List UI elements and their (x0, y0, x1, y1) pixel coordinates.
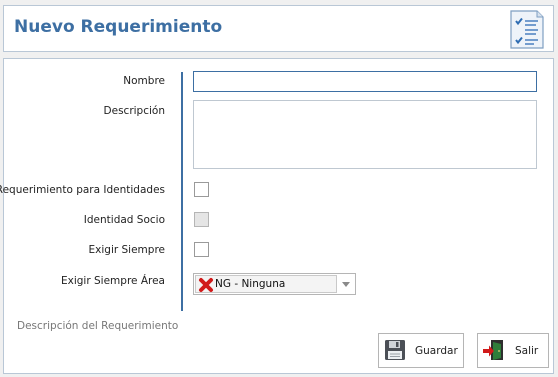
exigir-siempre-label: Exigir Siempre (88, 244, 165, 256)
nombre-label: Nombre (123, 75, 165, 87)
descripcion-textarea[interactable] (193, 100, 537, 169)
exit-button-label: Salir (515, 345, 539, 357)
identidad-socio-label: Identidad Socio (83, 214, 165, 226)
exit-door-icon (483, 340, 503, 360)
exigir-area-label: Exigir Siempre Área (61, 275, 165, 287)
identidad-socio-checkbox[interactable] (194, 212, 209, 227)
checklist-icon (510, 10, 544, 49)
descripcion-label: Descripción (103, 105, 165, 117)
nombre-input[interactable] (193, 71, 537, 92)
req-identidades-checkbox[interactable] (194, 182, 209, 197)
exigir-area-selected-item[interactable]: NG - Ninguna (195, 275, 337, 293)
header-bar: Nuevo Requerimiento (3, 5, 554, 52)
red-x-icon (199, 278, 213, 292)
page-title: Nuevo Requerimiento (14, 17, 223, 37)
exigir-area-select[interactable]: NG - Ninguna (193, 273, 356, 295)
req-identidades-label: Requerimiento para Identidades (0, 184, 165, 196)
floppy-disk-icon (385, 340, 405, 360)
exigir-area-value: NG - Ninguna (215, 278, 286, 290)
exit-button[interactable]: Salir (477, 333, 549, 368)
label-divider (181, 72, 183, 311)
form-caption: Descripción del Requerimiento (17, 320, 179, 332)
save-button[interactable]: Guardar (378, 333, 464, 368)
form-panel: Nombre Descripción Requerimiento para Id… (0, 58, 554, 374)
exigir-siempre-checkbox[interactable] (194, 242, 209, 257)
chevron-down-icon[interactable] (342, 282, 350, 287)
save-button-label: Guardar (415, 345, 458, 357)
